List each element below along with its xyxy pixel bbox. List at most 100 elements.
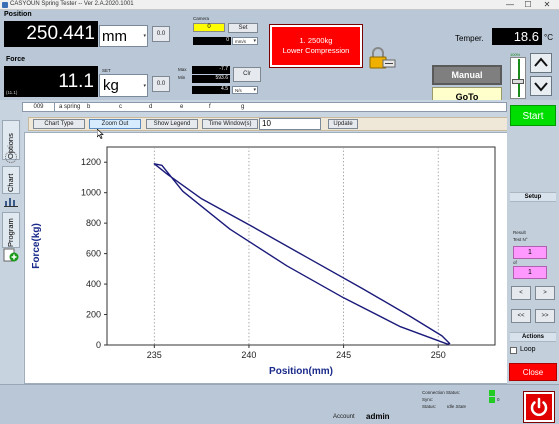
force-min-label: Min: [178, 75, 186, 80]
first-button[interactable]: <<: [511, 309, 531, 323]
last-button[interactable]: >>: [535, 309, 555, 323]
chevron-up-icon: [534, 57, 548, 67]
tab-program[interactable]: Program: [2, 212, 20, 248]
camera-sub-unit: mm/s: [235, 39, 246, 44]
temper-label: Temper.: [455, 34, 484, 43]
program-column-5[interactable]: f: [209, 103, 211, 111]
program-id[interactable]: 009: [23, 103, 55, 111]
force-peak: (11.1): [6, 90, 18, 95]
y-tick-label: 400: [86, 279, 101, 289]
jog-down-button[interactable]: [530, 76, 552, 96]
zoom-out-button[interactable]: Zoom Out: [89, 119, 141, 129]
loop-checkbox[interactable]: [510, 347, 517, 354]
force-clear-button[interactable]: Clr: [233, 67, 261, 82]
position-unit: mm: [102, 28, 127, 45]
prev-button[interactable]: <: [511, 286, 531, 300]
mouse-cursor-icon: [96, 128, 104, 139]
program-column-4[interactable]: e: [180, 103, 183, 111]
of-value: 1: [513, 266, 547, 279]
camera-set-button[interactable]: Set: [228, 23, 258, 33]
add-program-icon: [3, 248, 19, 262]
position-zero-button[interactable]: 0.0: [152, 26, 170, 42]
update-button[interactable]: Update: [328, 119, 358, 129]
status-label: Status:: [422, 404, 437, 409]
chart-icon: [4, 196, 18, 207]
force-rate-unit: N/s: [235, 88, 242, 93]
program-column-0[interactable]: a spring: [59, 103, 80, 111]
force-rate-value: 4.5: [192, 86, 230, 94]
program-column-6[interactable]: g: [241, 103, 244, 111]
start-button[interactable]: Start: [510, 105, 556, 126]
top-panel: Position 250.441 mm ▾ 0.0 Camera 0 Set 0…: [0, 10, 559, 107]
program-column-3[interactable]: d: [149, 103, 152, 111]
jog-up-button[interactable]: [530, 53, 552, 73]
connection-status-label: Connection Status:: [422, 390, 461, 395]
x-tick-label: 250: [431, 350, 446, 360]
close-button[interactable]: Close: [509, 363, 557, 381]
force-unit: kg: [103, 77, 119, 94]
left-vertical-tabs: Options Chart Program: [0, 100, 22, 384]
force-unit-select[interactable]: kg ▾: [99, 74, 148, 97]
window-title: CASYOUN Spring Tester -- Ver 2.A.2020.10…: [10, 1, 134, 7]
setup-header[interactable]: Setup: [510, 192, 556, 202]
y-tick-label: 800: [86, 218, 101, 228]
force-rate-unit-select[interactable]: N/s ▾: [232, 86, 258, 94]
force-label: Force: [6, 56, 26, 63]
program-column-1[interactable]: b: [87, 103, 90, 111]
speed-slider[interactable]: [510, 57, 526, 99]
chevron-down-icon: ▾: [143, 33, 146, 39]
sync-indicator: [489, 397, 495, 403]
program-columns-row: 009 a spring b c d e f g: [22, 102, 507, 112]
status-value: Idle State: [447, 404, 467, 409]
show-legend-button[interactable]: Show Legend: [146, 119, 198, 129]
account-value: admin: [366, 412, 390, 421]
force-position-chart[interactable]: 235 240 245 250 0 200 400 600 800 1000 1200 Positio…: [25, 133, 514, 383]
x-tick-label: 245: [336, 350, 351, 360]
manual-button[interactable]: Manual: [432, 65, 502, 85]
slider-thumb[interactable]: [512, 79, 524, 85]
power-icon: [530, 397, 548, 417]
maximize-button[interactable]: ☐: [521, 0, 535, 10]
camera-sub-unit-select[interactable]: mm/s ▾: [232, 37, 258, 45]
y-tick-label: 200: [86, 310, 101, 320]
program-column-2[interactable]: c: [119, 103, 122, 111]
result-label: Result: [513, 230, 526, 235]
tab-chart[interactable]: Chart: [2, 166, 20, 194]
connection-status-indicator: [489, 390, 495, 396]
right-panel: Start Setup Result Test N° 1 of 1 < > <<…: [507, 100, 559, 384]
time-window-input[interactable]: 10: [259, 118, 321, 130]
tab-chart-label: Chart: [6, 173, 15, 192]
lock-icon[interactable]: [368, 47, 396, 69]
test-number-value: 1: [513, 246, 547, 259]
position-unit-select[interactable]: mm ▾: [99, 25, 148, 47]
test-number-label: Test N°: [513, 237, 528, 242]
chart-frame: 235 240 245 250 0 200 400 600 800 1000 1200 Positio…: [24, 132, 515, 384]
alarm-line-2: Lower Compression: [282, 46, 350, 55]
chevron-down-icon: [534, 82, 548, 92]
power-button[interactable]: [523, 391, 555, 423]
minimize-button[interactable]: —: [503, 0, 517, 10]
loop-label: Loop: [520, 346, 536, 353]
sync-label: Sync:: [422, 397, 434, 402]
camera-sub-value: 0: [193, 37, 231, 45]
actions-header: Actions: [510, 332, 556, 342]
y-axis-label: Force(kg): [31, 223, 42, 269]
next-button[interactable]: >: [535, 286, 555, 300]
plot-area: [106, 146, 496, 346]
position-readout: 250.441: [4, 21, 98, 47]
close-window-button[interactable]: ✕: [540, 0, 554, 10]
camera-label: Camera: [193, 16, 210, 21]
force-zero-button[interactable]: 0.0: [152, 76, 170, 92]
y-tick-label: 1200: [81, 157, 101, 167]
position-label: Position: [4, 11, 32, 18]
status-bar: Account admin Connection Status: Sync: 0…: [0, 384, 559, 424]
chart-type-button[interactable]: Chart Type: [33, 119, 85, 129]
force-max-value: -7.7: [192, 66, 230, 74]
alarm-indicator: 1. 2500kg Lower Compression: [269, 24, 363, 68]
chevron-down-icon: ▾: [253, 38, 256, 44]
slider-track: [518, 59, 520, 97]
y-tick-label: 0: [96, 340, 101, 350]
chevron-down-icon: ▾: [143, 82, 146, 89]
x-axis-label: Position(mm): [269, 366, 333, 377]
force-min-value: 593.6: [192, 75, 230, 83]
